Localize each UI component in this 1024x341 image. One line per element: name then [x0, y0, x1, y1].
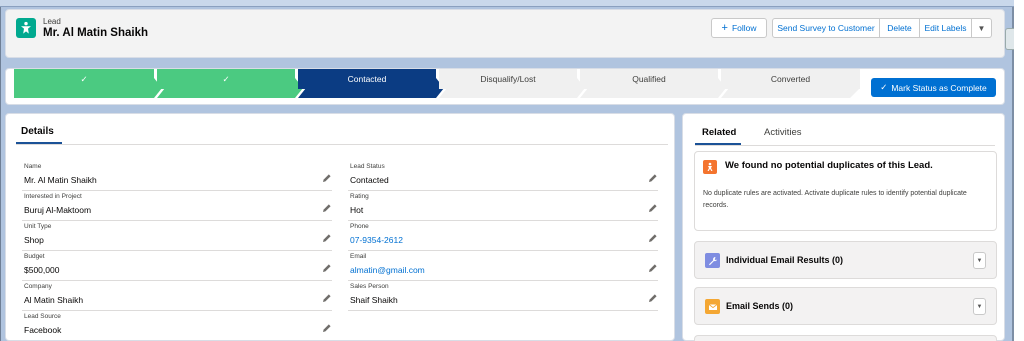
path-step-2[interactable]: ✓ — [157, 69, 295, 89]
pencil-icon[interactable] — [648, 293, 658, 303]
field-lead-source: Lead Source Facebook — [22, 311, 332, 341]
path-step-disqualify-lost[interactable]: Disqualify/Lost — [439, 69, 577, 89]
status-path-bar: ✓ ✓ Contacted Disqualify/Lost Qualified … — [5, 68, 1005, 105]
plus-icon: + — [721, 22, 728, 34]
field-lead-status: Lead Status Contacted — [348, 161, 658, 191]
path-step-qualified[interactable]: Qualified — [580, 69, 718, 89]
field-label: Lead Source — [24, 313, 61, 320]
header-actions: + Follow Send Survey to Customer Delete … — [711, 18, 992, 38]
field-label: Lead Status — [350, 163, 385, 170]
tab-divider — [695, 145, 995, 146]
field-value: Shaif Shaikh — [350, 295, 398, 305]
lead-icon — [16, 18, 36, 38]
field-label: Phone — [350, 223, 369, 230]
tab-details[interactable]: Details — [21, 126, 54, 137]
related-list-title[interactable]: Email Sends (0) — [726, 301, 793, 311]
field-label: Company — [24, 283, 52, 290]
path-step-converted[interactable]: Converted — [721, 69, 860, 89]
field-label: Interested in Project — [24, 193, 82, 200]
check-icon: ✓ — [222, 73, 230, 84]
field-unit-type: Unit Type Shop — [22, 221, 332, 251]
field-value: Al Matin Shaikh — [24, 295, 84, 305]
pencil-icon[interactable] — [322, 203, 332, 213]
pencil-icon[interactable] — [322, 323, 332, 333]
utility-tab[interactable] — [1005, 28, 1014, 50]
record-name: Mr. Al Matin Shaikh — [43, 27, 149, 39]
email-link[interactable]: almatin@gmail.com — [350, 265, 425, 275]
field-value: Buruj Al-Maktoom — [24, 205, 92, 215]
pencil-icon[interactable] — [322, 293, 332, 303]
record-header: Lead Mr. Al Matin Shaikh + Follow Send S… — [5, 9, 1005, 58]
related-list-title[interactable]: Individual Email Results (0) — [726, 255, 843, 265]
wrench-icon — [705, 253, 720, 268]
field-value: Hot — [350, 205, 364, 215]
pencil-icon[interactable] — [648, 233, 658, 243]
field-value: Facebook — [24, 325, 62, 335]
pencil-icon[interactable] — [648, 173, 658, 183]
field-divider — [348, 310, 658, 311]
pencil-icon[interactable] — [322, 173, 332, 183]
field-value: Shop — [24, 235, 44, 245]
path-step-contacted[interactable]: Contacted — [298, 69, 436, 89]
duplicates-message: No duplicate rules are activated. Activa… — [703, 190, 967, 209]
pencil-icon[interactable] — [322, 263, 332, 273]
email-icon — [705, 299, 720, 314]
related-list-individual-email-results[interactable]: Individual Email Results (0) ▼ — [694, 241, 997, 279]
pencil-icon[interactable] — [648, 263, 658, 273]
tab-related[interactable]: Related — [702, 127, 736, 138]
field-email: Email almatin@gmail.com — [348, 251, 658, 281]
chevron-down-icon[interactable]: ▼ — [973, 252, 986, 269]
tab-activities[interactable]: Activities — [764, 127, 801, 138]
field-value: $500,000 — [24, 265, 60, 275]
mark-status-label: Mark Status as Complete — [891, 82, 987, 93]
check-icon: ✓ — [80, 73, 88, 84]
follow-button[interactable]: + Follow — [711, 18, 767, 38]
phone-link[interactable]: 07-9354-2612 — [350, 235, 403, 245]
tab-divider — [16, 144, 668, 145]
field-label: Unit Type — [24, 223, 52, 230]
duplicates-title: We found no potential duplicates of this… — [725, 160, 933, 171]
object-type-label: Lead — [43, 17, 61, 26]
field-label: Name — [24, 163, 42, 170]
check-icon: ✓ — [880, 82, 888, 92]
send-survey-button[interactable]: Send Survey to Customer — [772, 18, 880, 38]
chevron-down-icon[interactable]: ▼ — [973, 298, 986, 315]
top-strip — [0, 0, 1014, 7]
field-value: Contacted — [350, 175, 389, 185]
chevron-down-icon: ▼ — [977, 23, 986, 33]
details-card: Details Name Mr. Al Matin Shaikh Interes… — [5, 113, 675, 341]
path-step-1[interactable]: ✓ — [14, 69, 154, 89]
follow-label: Follow — [731, 23, 757, 33]
field-company: Company Al Matin Shaikh — [22, 281, 332, 311]
mark-status-complete-button[interactable]: ✓ Mark Status as Complete — [871, 78, 996, 97]
field-label: Email — [350, 253, 367, 260]
pencil-icon[interactable] — [648, 203, 658, 213]
duplicates-card: We found no potential duplicates of this… — [694, 151, 997, 231]
delete-button[interactable]: Delete — [880, 18, 920, 38]
pencil-icon[interactable] — [322, 233, 332, 243]
field-label: Rating — [350, 193, 369, 200]
more-actions-button[interactable]: ▼ — [972, 18, 992, 38]
related-list-partial — [694, 335, 997, 341]
field-phone: Phone 07-9354-2612 — [348, 221, 658, 251]
field-budget: Budget $500,000 — [22, 251, 332, 281]
field-label: Sales Person — [350, 283, 389, 290]
field-interested-in-project: Interested in Project Buruj Al-Maktoom — [22, 191, 332, 221]
field-label: Budget — [24, 253, 45, 260]
person-icon — [703, 160, 717, 174]
field-value: Mr. Al Matin Shaikh — [24, 175, 97, 185]
edit-labels-button[interactable]: Edit Labels — [920, 18, 972, 38]
related-panel: Related Activities We found no potential… — [682, 113, 1005, 341]
field-sales-person: Sales Person Shaif Shaikh — [348, 281, 658, 311]
field-name: Name Mr. Al Matin Shaikh — [22, 161, 332, 191]
field-rating: Rating Hot — [348, 191, 658, 221]
related-list-email-sends[interactable]: Email Sends (0) ▼ — [694, 287, 997, 325]
